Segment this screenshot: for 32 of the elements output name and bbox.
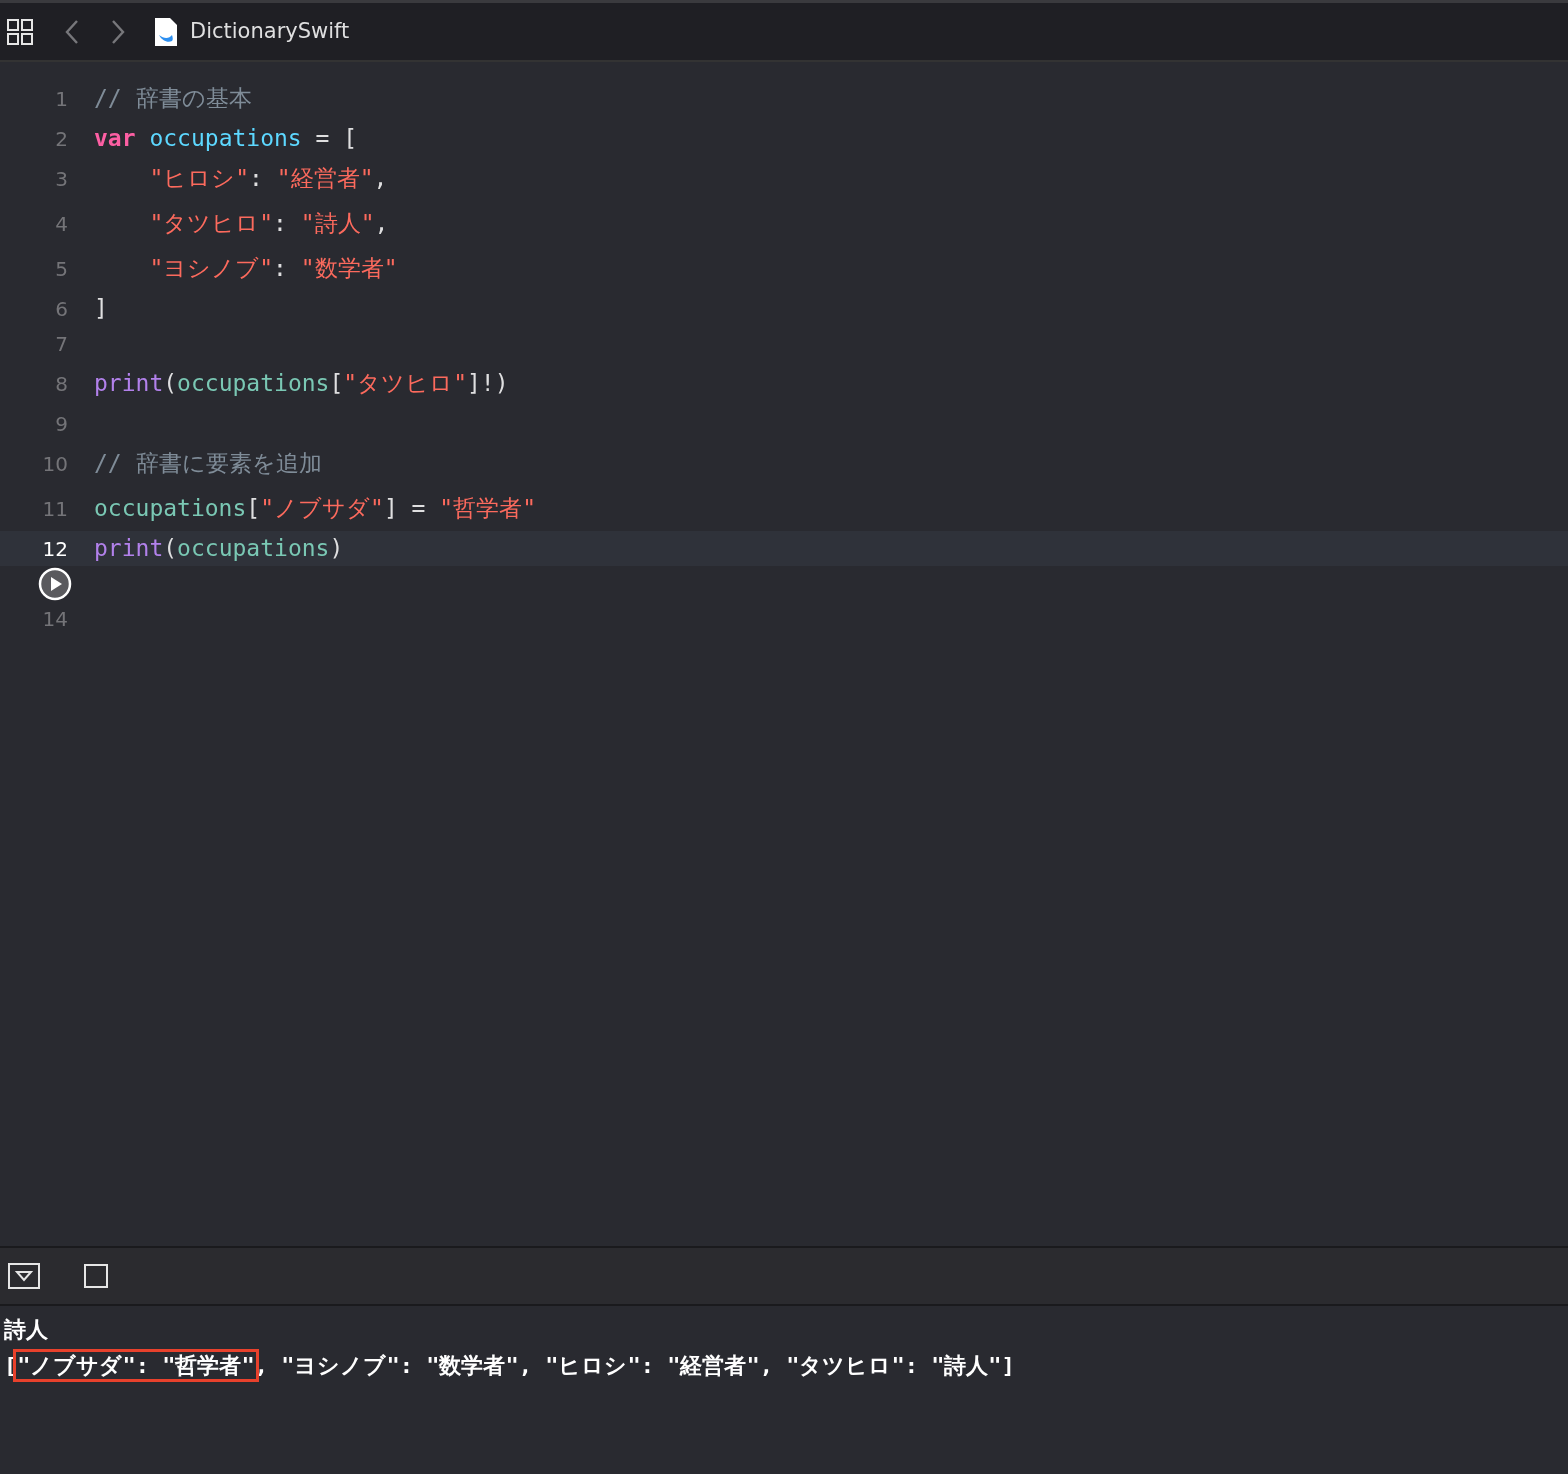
window-title: DictionarySwift [190,17,350,45]
line-number: 5 [55,255,68,283]
code-line: print(occupations["タツヒロ"]!) [94,369,509,399]
line-number: 6 [55,295,68,323]
line-number: 3 [55,165,68,193]
code-line: occupations["ノブサダ"] = "哲学者" [94,494,536,524]
line-number: 12 [42,535,68,563]
code-line: var occupations = [ [94,124,358,154]
console-output-line: 詩人 [4,1316,49,1344]
line-number: 11 [42,495,68,523]
code-line: "タツヒロ": "詩人", [148,209,389,239]
square-icon[interactable] [84,1264,108,1288]
line-number: 14 [42,605,68,633]
code-line: print(occupations) [94,534,344,564]
line-number: 1 [55,85,68,113]
code-line: "ヨシノブ": "数学者" [148,254,398,284]
back-icon[interactable] [64,18,80,45]
code-line: ] [94,294,108,324]
line-number: 9 [55,410,68,438]
run-button[interactable] [38,566,72,601]
code-comment: // 辞書に要素を追加 [94,449,322,479]
swift-file-icon [154,16,178,47]
line-number: 4 [55,210,68,238]
line-number: 2 [55,125,68,153]
code-comment: // 辞書の基本 [94,84,252,114]
line-number: 8 [55,370,68,398]
hide-console-icon[interactable] [8,1263,40,1289]
grid-icon[interactable] [6,17,34,46]
forward-icon[interactable] [110,18,126,45]
line-number: 7 [55,330,68,358]
code-line: "ヒロシ": "経営者", [148,164,388,194]
line-number: 10 [42,450,68,478]
